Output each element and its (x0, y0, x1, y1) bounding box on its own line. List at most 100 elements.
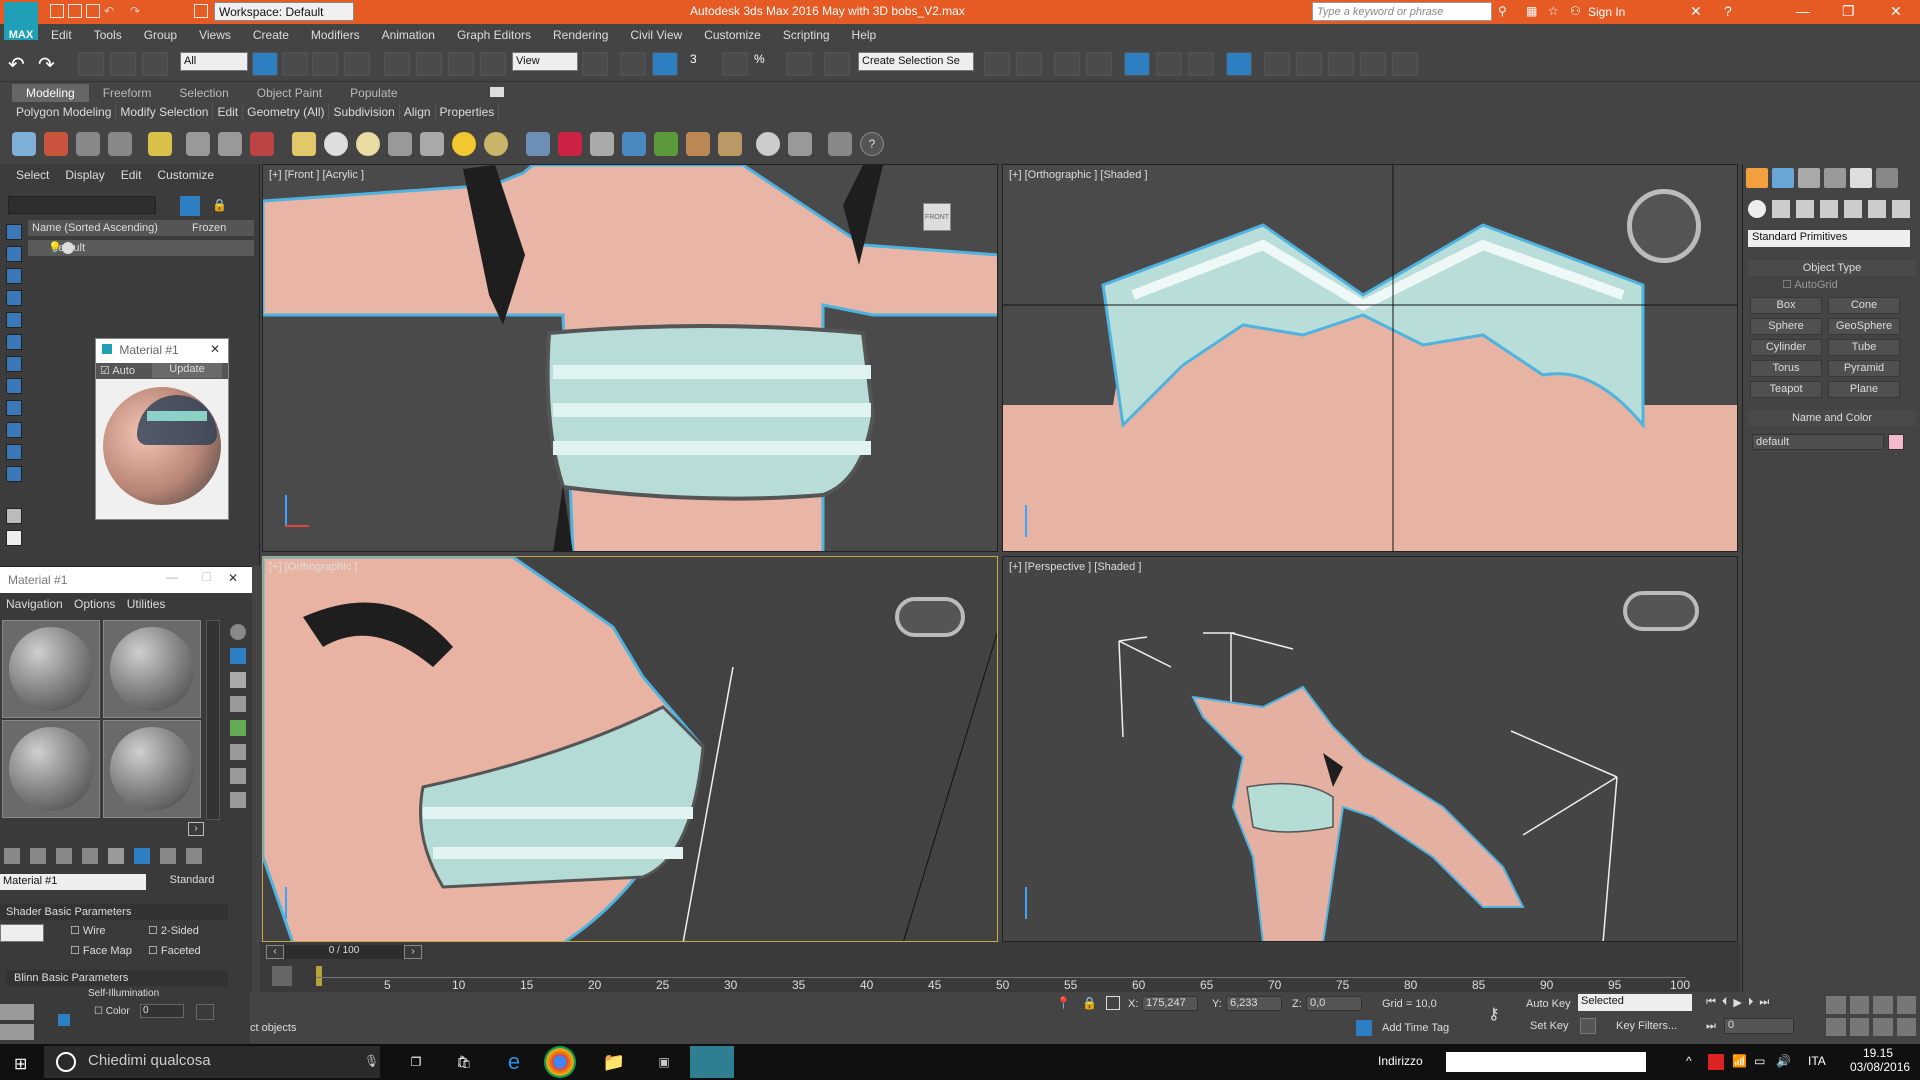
select-manipulate-icon[interactable] (620, 52, 646, 76)
menu-customize[interactable]: Customize (693, 24, 772, 46)
column-header-frozen[interactable]: Frozen (192, 222, 226, 234)
z-coordinate-field[interactable]: 0,0 (1306, 996, 1362, 1011)
undo-toolbar-icon[interactable]: ↶ (8, 52, 34, 76)
selection-lock-icon[interactable]: 🔒 (1082, 996, 1097, 1010)
helper-icon[interactable] (218, 132, 242, 156)
scene-menu-customize[interactable]: Customize (149, 164, 222, 186)
pyramid-button[interactable]: Pyramid (1828, 360, 1900, 377)
time-tag-icon[interactable] (1356, 1020, 1372, 1036)
assign-material-icon[interactable] (56, 848, 72, 864)
slate-menu-utilities[interactable]: Utilities (123, 597, 170, 611)
bind-spacewarp-icon[interactable] (142, 52, 168, 76)
minimize-icon[interactable]: — (1796, 3, 1810, 19)
app-logo-button[interactable]: MAX (4, 2, 38, 41)
display-frozen-icon[interactable] (6, 466, 22, 482)
absolute-mode-icon[interactable] (1106, 996, 1120, 1010)
display-hidden-icon[interactable] (6, 508, 22, 524)
snap-toggle-icon[interactable]: 3 (690, 52, 716, 76)
self-illum-map-button[interactable] (196, 1004, 214, 1020)
ribbon-tab-selection[interactable]: Selection (165, 84, 242, 102)
go-to-start-icon[interactable]: ⏮ (1706, 996, 1716, 1012)
menu-tools[interactable]: Tools (83, 24, 133, 46)
edge-icon[interactable]: e (494, 1046, 534, 1078)
address-input[interactable] (1446, 1052, 1646, 1072)
zoom-extents-icon[interactable] (1873, 996, 1893, 1014)
lock-icon[interactable]: 🔒 (212, 198, 227, 212)
viewport-orthographic-top[interactable]: [+] [Orthographic ] [Shaded ] (1002, 164, 1738, 552)
uv-tiling-icon[interactable] (230, 696, 246, 712)
lights-icon[interactable] (1796, 200, 1814, 218)
material-ball-icon[interactable] (756, 132, 780, 156)
language-indicator[interactable]: ITA (1808, 1054, 1826, 1068)
save-file-icon[interactable] (86, 4, 100, 18)
workspace-selector[interactable]: Workspace: Default (214, 2, 354, 21)
current-frame-field[interactable]: 0 (1724, 1018, 1794, 1034)
edit-named-selection-icon[interactable] (824, 52, 850, 76)
app-window-icon[interactable]: ▣ (644, 1046, 684, 1078)
material-editor-icon[interactable] (1226, 52, 1252, 76)
pan-icon[interactable] (1849, 1018, 1869, 1036)
clipboard-icon[interactable] (828, 132, 852, 156)
ribbon-subdivision[interactable]: Subdivision (329, 103, 400, 121)
y-coordinate-field[interactable]: 6,233 (1226, 996, 1282, 1011)
utilities-tab-icon[interactable] (1876, 168, 1898, 188)
viewport-perspective[interactable]: [+] [Perspective ] [Shaded ] (1002, 556, 1738, 942)
hair-fur-icon[interactable] (686, 132, 710, 156)
lock-ambient-icon[interactable] (58, 1014, 70, 1026)
microphone-icon[interactable]: 🎙 (364, 1054, 379, 1068)
zoom-icon[interactable] (1826, 996, 1846, 1014)
binoculars-icon[interactable]: ⚲ (1498, 4, 1507, 18)
teapot-button[interactable]: Teapot (1750, 381, 1822, 398)
select-by-name-icon[interactable] (282, 52, 308, 76)
pivot-icon[interactable] (582, 52, 608, 76)
align-icon[interactable] (1016, 52, 1042, 76)
object-color-swatch[interactable] (1888, 434, 1904, 450)
sign-in-link[interactable]: Sign In (1588, 5, 1625, 19)
light-bulb-icon[interactable]: 💡 (48, 241, 62, 254)
key-icon[interactable]: ⚷ (1488, 1004, 1500, 1024)
menu-group[interactable]: Group (133, 24, 188, 46)
render-setup-icon[interactable] (1264, 52, 1290, 76)
shapes-icon[interactable] (1772, 200, 1790, 218)
geometry-icon[interactable] (1748, 200, 1766, 218)
viewcube[interactable]: FRONT (923, 203, 951, 231)
sphere-prim-icon[interactable] (324, 132, 348, 156)
ambient-color-swatch[interactable] (0, 1004, 34, 1020)
copy-material-icon[interactable] (108, 848, 124, 864)
hierarchy-tab-icon[interactable] (1798, 168, 1820, 188)
mirror-icon[interactable] (984, 52, 1010, 76)
tray-chevron-icon[interactable]: ^ (1686, 1054, 1692, 1068)
task-view-icon[interactable]: ❐ (396, 1046, 436, 1078)
new-file-icon[interactable] (50, 4, 64, 18)
display-tab-icon[interactable] (1850, 168, 1872, 188)
add-time-tag-button[interactable]: Add Time Tag (1382, 1022, 1449, 1034)
go-parent-icon[interactable] (186, 848, 202, 864)
daylight-icon[interactable] (484, 132, 508, 156)
cortana-icon[interactable] (56, 1052, 76, 1072)
exchange-icon[interactable]: ✕ (1690, 3, 1702, 20)
viewport-perspective-label[interactable]: [+] [Perspective ] [Shaded ] (1009, 561, 1141, 573)
redo-icon[interactable]: ↷ (130, 4, 144, 18)
menu-civil-view[interactable]: Civil View (619, 24, 693, 46)
geosphere-button[interactable]: GeoSphere (1828, 318, 1900, 335)
window-crossing-icon[interactable] (344, 52, 370, 76)
menu-create[interactable]: Create (242, 24, 300, 46)
scene-menu-select[interactable]: Select (8, 164, 57, 186)
space-warp-icon[interactable] (526, 132, 550, 156)
x-coordinate-field[interactable]: 175,247 (1142, 996, 1198, 1011)
project-folder-icon[interactable] (194, 4, 208, 18)
menu-graph-editors[interactable]: Graph Editors (446, 24, 542, 46)
chrome-icon[interactable] (544, 1046, 576, 1078)
viewcube-compass[interactable] (1627, 189, 1701, 263)
cameras-icon[interactable] (1820, 200, 1838, 218)
display-all-toggle-icon[interactable] (6, 530, 22, 546)
menu-animation[interactable]: Animation (371, 24, 446, 46)
spacewarps-icon[interactable] (1868, 200, 1886, 218)
time-next-icon[interactable]: › (404, 945, 422, 959)
cylinder-prim-icon[interactable] (388, 132, 412, 156)
key-mode-dropdown[interactable]: Selected (1578, 994, 1692, 1011)
batch-render-icon[interactable] (108, 132, 132, 156)
sample-type-icon[interactable] (230, 624, 246, 640)
viewport-ortho-top-label[interactable]: [+] [Orthographic ] [Shaded ] (1009, 169, 1148, 181)
ribbon-modify-selection[interactable]: Modify Selection (116, 103, 214, 121)
